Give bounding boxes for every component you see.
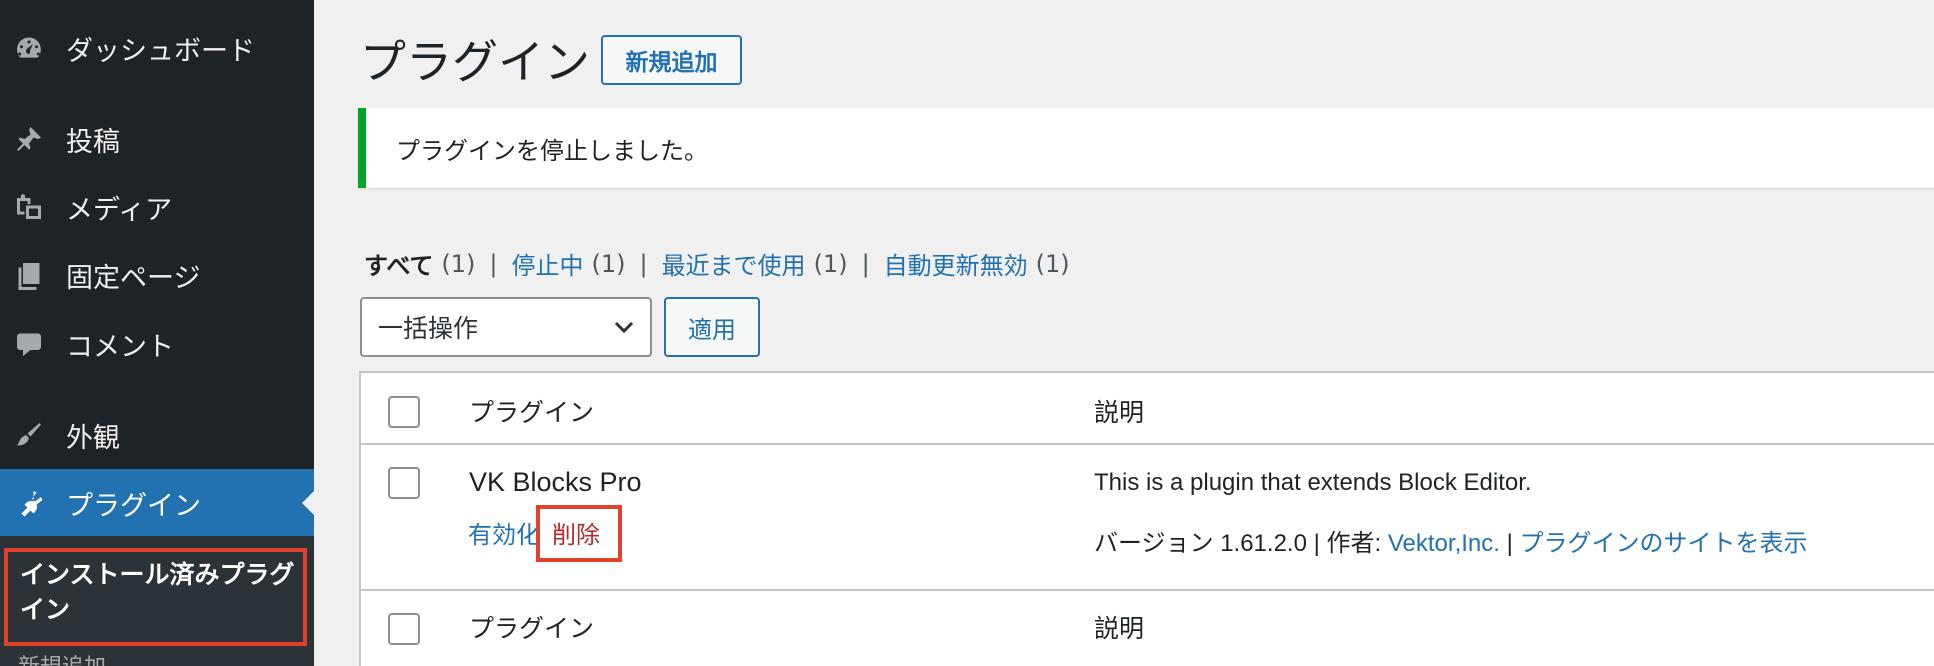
activate-link[interactable]: 有効化 <box>468 515 540 550</box>
meta-separator: | <box>1506 530 1513 557</box>
sidebar-item-label: メディア <box>66 194 173 226</box>
filter-separator: | <box>639 249 648 278</box>
page-title: プラグイン <box>360 36 590 88</box>
bulk-action-value: 一括操作 <box>378 314 479 343</box>
filter-inactive-count: (1) <box>591 249 626 278</box>
sidebar-item-posts[interactable]: 投稿 <box>0 105 314 173</box>
author-label: 作者: <box>1326 530 1382 557</box>
meta-separator: | <box>1313 530 1320 557</box>
notice-banner: プラグインを停止しました。 <box>358 108 1934 188</box>
filter-autoupdate-disabled[interactable]: 自動更新無効 <box>884 246 1028 281</box>
apply-button[interactable]: 適用 <box>664 297 760 357</box>
plugin-description: This is a plugin that extends Block Edit… <box>1094 469 1532 496</box>
table-footer-row: プラグイン 説明 <box>361 591 1934 666</box>
chevron-down-icon <box>612 315 636 339</box>
column-header-description: 説明 <box>1094 398 1145 427</box>
delete-link[interactable]: 削除 <box>552 515 600 550</box>
sidebar-item-label: ダッシュボード <box>66 35 255 67</box>
pages-icon <box>14 260 44 290</box>
table-row: VK Blocks Pro 有効化 削除 This is a plugin th… <box>361 445 1934 591</box>
plugin-icon <box>14 488 44 518</box>
sidebar-item-label: コメント <box>66 331 174 363</box>
sidebar-item-label: プラグイン <box>66 490 201 522</box>
add-new-plugin-button[interactable]: 新規追加 <box>601 35 742 85</box>
notice-text: プラグインを停止しました。 <box>396 136 708 165</box>
column-footer-description: 説明 <box>1094 614 1145 643</box>
pushpin-icon <box>14 124 44 154</box>
sidebar-item-pages[interactable]: 固定ページ <box>0 241 314 309</box>
main-content: プラグイン 新規追加 プラグインを停止しました。 すべて (1) | 停止中 (… <box>314 0 1934 666</box>
admin-sidebar: ダッシュボード 投稿 メディア 固定ページ コメント 外観 プラグイン インスト… <box>0 0 314 666</box>
plugin-meta: バージョン 1.61.2.0 | 作者: Vektor,Inc. | プラグイン… <box>1094 523 1808 558</box>
filter-autoupdate-disabled-count: (1) <box>1035 249 1070 278</box>
column-header-plugin[interactable]: プラグイン <box>469 393 594 429</box>
filter-separator: | <box>861 249 870 278</box>
filter-recently-active[interactable]: 最近まで使用 <box>662 246 806 281</box>
filter-all[interactable]: すべて <box>364 246 433 281</box>
sidebar-item-appearance[interactable]: 外観 <box>0 401 314 469</box>
plugins-submenu: インストール済みプラグイン 新規追加 <box>0 536 314 666</box>
sidebar-item-dashboard[interactable]: ダッシュボード <box>0 14 314 82</box>
sidebar-item-comments[interactable]: コメント <box>0 310 314 378</box>
sidebar-item-label: 投稿 <box>66 126 120 158</box>
comment-icon <box>14 329 44 359</box>
filter-separator: | <box>489 249 498 278</box>
appearance-brush-icon <box>14 420 44 450</box>
plugin-status-filters: すべて (1) | 停止中 (1) | 最近まで使用 (1) | 自動更新無効 … <box>364 246 1070 281</box>
table-header-row: プラグイン 説明 <box>361 373 1934 445</box>
sidebar-item-label: 外観 <box>66 422 120 454</box>
plugin-site-link[interactable]: プラグインのサイトを表示 <box>1520 530 1808 557</box>
author-link[interactable]: Vektor,Inc. <box>1388 530 1500 557</box>
submenu-item-add-new[interactable]: 新規追加 <box>18 654 106 666</box>
plugin-row-checkbox[interactable] <box>388 467 420 499</box>
sidebar-item-plugins[interactable]: プラグイン <box>0 469 314 537</box>
media-icon <box>14 192 44 222</box>
filter-recently-active-count: (1) <box>813 249 848 278</box>
submenu-item-installed-plugins[interactable]: インストール済みプラグイン <box>4 548 307 646</box>
plugin-name: VK Blocks Pro <box>469 467 642 497</box>
sidebar-item-label: 固定ページ <box>66 262 201 294</box>
plugins-table: プラグイン 説明 VK Blocks Pro 有効化 削除 This is a … <box>359 371 1934 666</box>
sidebar-item-media[interactable]: メディア <box>0 173 314 241</box>
select-all-checkbox-footer[interactable] <box>388 613 420 645</box>
column-footer-plugin[interactable]: プラグイン <box>469 609 594 645</box>
filter-inactive[interactable]: 停止中 <box>511 246 583 281</box>
dashboard-icon <box>14 33 44 63</box>
select-all-checkbox[interactable] <box>388 396 420 428</box>
filter-all-count: (1) <box>441 249 476 278</box>
bulk-action-select[interactable]: 一括操作 <box>360 297 652 357</box>
plugin-version: バージョン 1.61.2.0 <box>1094 530 1307 557</box>
